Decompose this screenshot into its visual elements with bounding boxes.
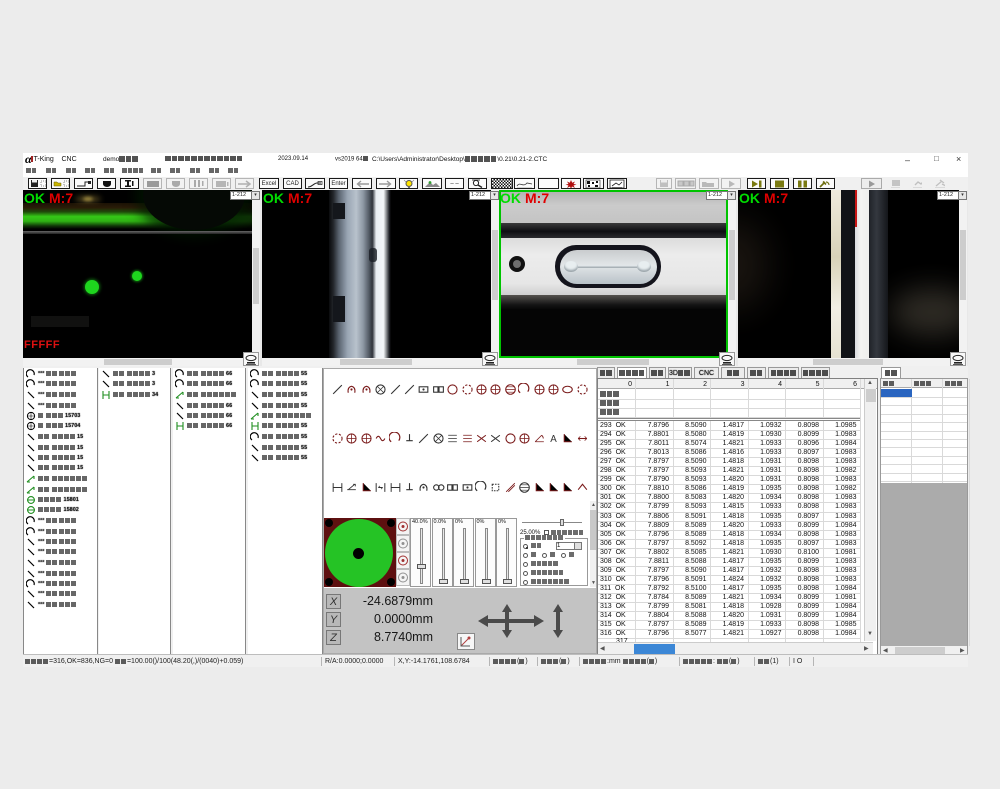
svg-text:A: A <box>550 434 557 445</box>
